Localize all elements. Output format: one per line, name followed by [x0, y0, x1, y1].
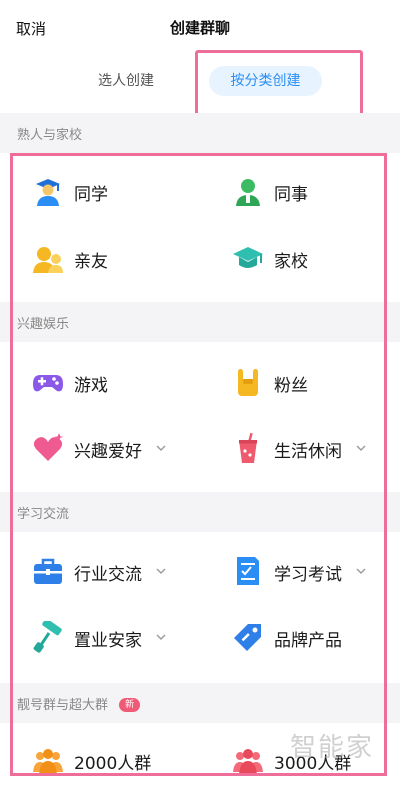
chevron-down-icon	[156, 634, 166, 640]
tab-by-category[interactable]: 按分类创建	[209, 66, 322, 96]
section-title: 兴趣娱乐	[17, 317, 70, 332]
category-coworkers[interactable]: 同事	[232, 171, 400, 211]
page-title: 创建群聊	[169, 19, 230, 37]
category-label: 2000人群	[74, 754, 152, 774]
price-tag-icon	[234, 624, 261, 651]
group-2000-icon	[33, 749, 63, 775]
chevron-down-icon	[156, 445, 166, 451]
chevron-down-icon	[356, 445, 366, 451]
briefcase-icon	[34, 558, 62, 584]
heart-icon	[33, 433, 64, 461]
category-label: 同事	[274, 185, 308, 205]
category-leisure[interactable]: 生活休闲	[232, 428, 400, 468]
section-header-learning: 学习交流	[0, 492, 400, 532]
category-classmates[interactable]: 同学	[32, 171, 212, 211]
category-label: 品牌产品	[274, 631, 342, 651]
category-real-estate[interactable]: 置业安家	[32, 617, 212, 657]
category-home-school[interactable]: 家校	[232, 238, 400, 278]
section-title-wrap: 靓号群与超大群 新	[17, 694, 141, 713]
group-3000-icon	[233, 749, 263, 775]
section-title: 学习交流	[17, 507, 70, 522]
tab-select-people[interactable]: 选人创建	[98, 66, 154, 96]
graduation-cap-icon	[233, 247, 263, 268]
section-header-entertainment: 兴趣娱乐	[0, 302, 400, 342]
student-icon	[36, 179, 60, 206]
category-label: 学习考试	[274, 565, 342, 585]
section-header-vip-groups: 靓号群与超大群 新	[0, 683, 400, 723]
category-games[interactable]: 游戏	[32, 362, 212, 402]
category-2000-group[interactable]: 2000人群	[32, 740, 212, 780]
category-label: 生活休闲	[274, 442, 342, 462]
chevron-down-icon	[356, 568, 366, 574]
chevron-down-icon	[156, 568, 166, 574]
category-label: 粉丝	[274, 376, 308, 396]
new-badge: 新	[119, 698, 141, 712]
family-icon	[33, 247, 63, 273]
category-label: 亲友	[74, 252, 108, 272]
category-label: 同学	[74, 185, 108, 205]
drink-cup-icon	[239, 432, 257, 463]
category-label: 兴趣爱好	[74, 442, 142, 462]
coworker-icon	[236, 179, 260, 206]
paint-roller-icon	[33, 621, 62, 653]
category-hobbies[interactable]: 兴趣爱好	[32, 428, 212, 468]
category-fans[interactable]: 粉丝	[232, 362, 400, 402]
category-industry[interactable]: 行业交流	[32, 551, 212, 591]
category-exams[interactable]: 学习考试	[232, 551, 400, 591]
category-label: 游戏	[74, 376, 108, 396]
section-header-acquaintances: 熟人与家校	[0, 113, 400, 153]
category-label: 行业交流	[74, 565, 142, 585]
category-label: 家校	[274, 252, 308, 272]
category-label: 置业安家	[74, 631, 142, 651]
top-bar: 取消 创建群聊	[0, 0, 400, 56]
category-brands[interactable]: 品牌产品	[232, 617, 400, 657]
rock-hand-icon	[238, 369, 258, 396]
section-title: 熟人与家校	[17, 128, 83, 143]
gamepad-icon	[33, 375, 63, 392]
category-friends-family[interactable]: 亲友	[32, 238, 212, 278]
create-mode-tabs: 选人创建 按分类创建	[0, 56, 400, 106]
section-title: 靓号群与超大群	[17, 698, 109, 713]
watermark: 智能家	[290, 733, 375, 763]
exam-paper-icon	[237, 557, 259, 585]
